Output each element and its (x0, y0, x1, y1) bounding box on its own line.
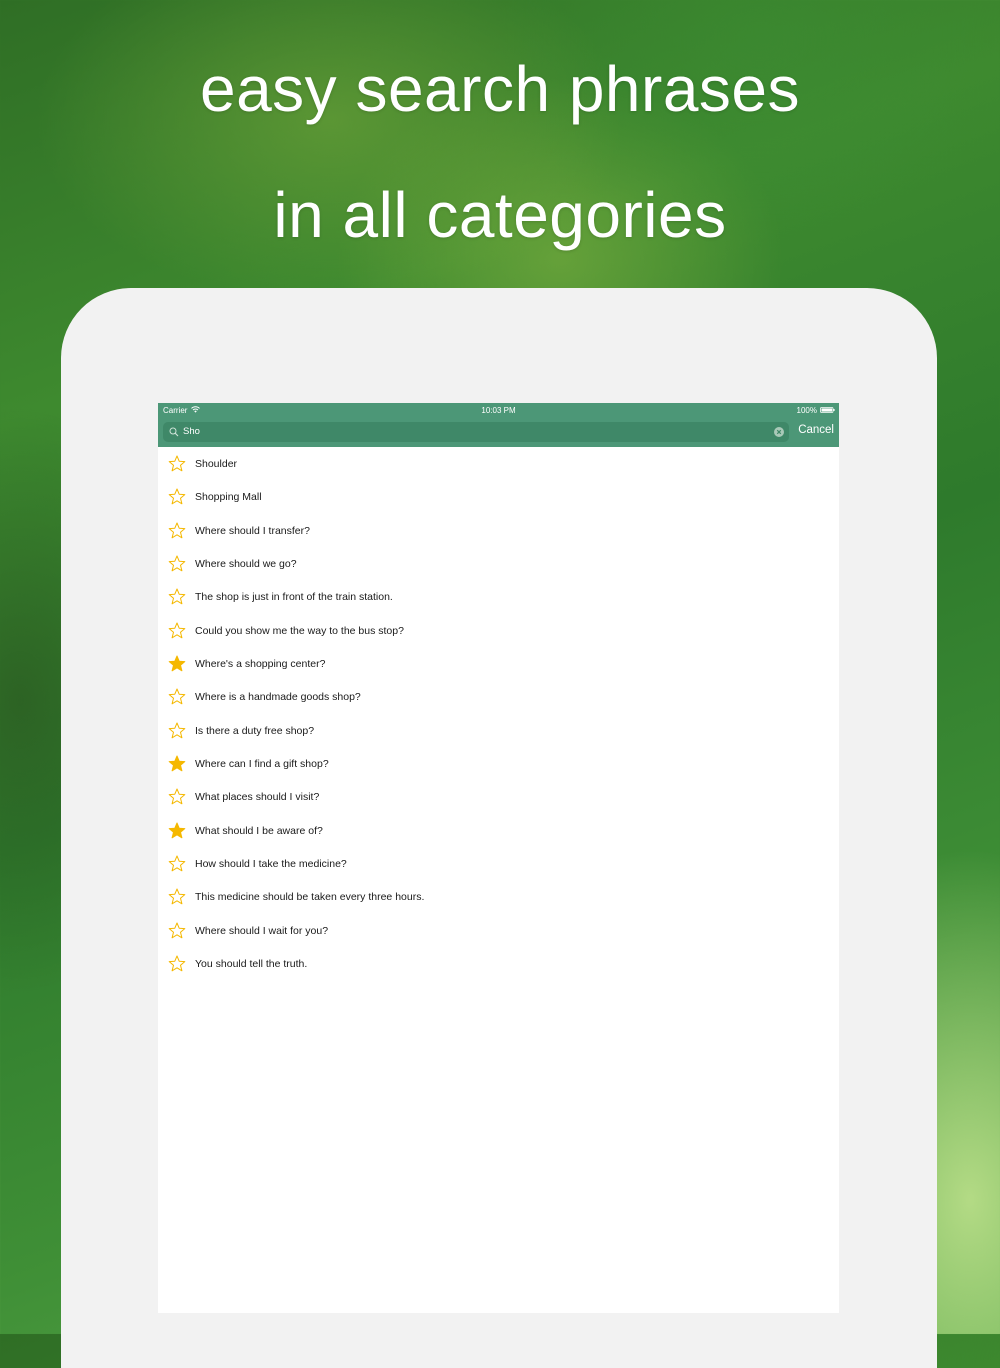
search-icon (169, 427, 179, 437)
star-outline-icon[interactable] (168, 588, 186, 605)
result-label: Where should I wait for you? (195, 924, 329, 937)
star-filled-icon[interactable] (168, 822, 186, 839)
result-label: Where is a handmade goods shop? (195, 691, 361, 704)
star-outline-icon[interactable] (168, 688, 186, 705)
result-label: Where's a shopping center? (195, 657, 326, 670)
star-outline-icon[interactable] (168, 955, 186, 972)
result-label: Shopping Mall (195, 491, 262, 504)
cancel-button[interactable]: Cancel (798, 424, 834, 436)
star-outline-icon[interactable] (168, 622, 186, 639)
result-row[interactable]: Shopping Mall (158, 480, 839, 513)
star-outline-icon[interactable] (168, 455, 186, 472)
result-label: Where should I transfer? (195, 524, 310, 537)
result-label: How should I take the medicine? (195, 857, 347, 870)
result-row[interactable]: What should I be aware of? (158, 814, 839, 847)
search-input[interactable] (183, 426, 763, 437)
result-label: What places should I visit? (195, 791, 320, 804)
result-row[interactable]: Where should we go? (158, 547, 839, 580)
result-label: Is there a duty free shop? (195, 724, 315, 737)
star-outline-icon[interactable] (168, 555, 186, 572)
star-filled-icon[interactable] (168, 655, 186, 672)
result-row[interactable]: What places should I visit? (158, 780, 839, 813)
result-row[interactable]: Where's a shopping center? (158, 647, 839, 680)
result-row[interactable]: Could you show me the way to the bus sto… (158, 614, 839, 647)
result-label: You should tell the truth. (195, 957, 308, 970)
result-row[interactable]: Where can I find a gift shop? (158, 747, 839, 780)
search-results-list: Shoulder Shopping Mall Where should I tran… (158, 447, 839, 980)
result-row[interactable]: Where is a handmade goods shop? (158, 680, 839, 713)
star-outline-icon[interactable] (168, 855, 186, 872)
star-outline-icon[interactable] (168, 788, 186, 805)
result-row[interactable]: You should tell the truth. (158, 947, 839, 980)
star-outline-icon[interactable] (168, 522, 186, 539)
headline-line-1: easy search phrases (199, 53, 801, 125)
result-label: What should I be aware of? (195, 824, 323, 837)
star-outline-icon[interactable] (168, 922, 186, 939)
app-screen: Carrier 10:03 PM 100% Sho Cancel Shoulde… (158, 403, 839, 1313)
result-row[interactable]: Where should I transfer? (158, 514, 839, 547)
result-label: Where should we go? (195, 557, 297, 570)
result-row[interactable]: Is there a duty free shop? (158, 714, 839, 747)
search-nav-bar: Carrier 10:03 PM 100% Sho Cancel (158, 403, 839, 447)
battery-percentage: 100% (796, 406, 817, 415)
result-row[interactable]: Where should I wait for you? (158, 914, 839, 947)
star-filled-icon[interactable] (168, 755, 186, 772)
star-outline-icon[interactable] (168, 488, 186, 505)
result-label: Shoulder (195, 458, 238, 470)
search-field[interactable] (163, 422, 789, 442)
battery-icon (820, 407, 835, 413)
result-row[interactable]: How should I take the medicine? (158, 847, 839, 880)
result-row[interactable]: This medicine should be taken every thre… (158, 880, 839, 913)
headline-line-2: in all categories (273, 179, 727, 251)
result-label: This medicine should be taken every thre… (195, 891, 425, 904)
result-label: The shop is just in front of the train s… (195, 591, 393, 604)
result-label: Where can I find a gift shop? (195, 757, 329, 770)
star-outline-icon[interactable] (168, 722, 186, 739)
result-row[interactable]: The shop is just in front of the train s… (158, 580, 839, 613)
result-label: Could you show me the way to the bus sto… (195, 624, 404, 637)
star-outline-icon[interactable] (168, 888, 186, 905)
clear-search-icon[interactable] (774, 427, 784, 437)
clock-label: 10:03 PM (481, 406, 516, 415)
status-bar: Carrier 10:03 PM 100% (158, 403, 839, 418)
result-row[interactable]: Shoulder (158, 447, 839, 480)
